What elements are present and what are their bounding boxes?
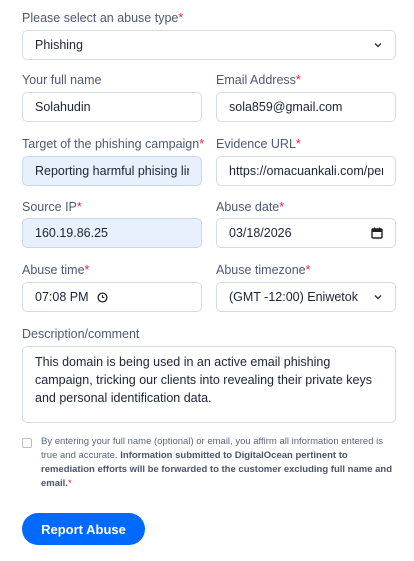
abuse-timezone-select[interactable]: (GMT -12:00) Eniwetok — [216, 282, 396, 312]
clock-icon[interactable] — [96, 291, 108, 303]
chevron-down-icon — [374, 295, 382, 300]
abuse-date-input[interactable]: 03/18/2026 — [216, 218, 396, 248]
abuse-date-label: Abuse date* — [216, 200, 285, 214]
abuse-time-label: Abuse time* — [22, 263, 90, 277]
source-ip-label: Source IP* — [22, 200, 82, 214]
source-ip-input[interactable]: 160.19.86.25 — [22, 218, 202, 248]
consent-checkbox[interactable] — [22, 438, 32, 448]
report-abuse-button[interactable]: Report Abuse — [22, 513, 145, 545]
abuse-type-value: Phishing — [35, 38, 83, 52]
abuse-time-input[interactable]: 07:08 PM — [22, 282, 202, 312]
email-label: Email Address* — [216, 73, 301, 87]
evidence-url-input[interactable]: https://omacuankali.com/pen — [216, 156, 396, 186]
consent-text: By entering your full name (optional) or… — [41, 436, 393, 489]
target-label: Target of the phishing campaign* — [22, 137, 205, 151]
full-name-label: Your full name — [22, 73, 102, 87]
full-name-input[interactable]: Solahudin — [22, 92, 202, 122]
target-input[interactable]: Reporting harmful phising link — [22, 156, 202, 186]
description-textarea[interactable]: This domain is being used in an active e… — [22, 346, 396, 423]
chevron-down-icon — [374, 43, 382, 48]
description-label: Description/comment — [22, 327, 140, 341]
abuse-type-select[interactable]: Phishing — [22, 30, 396, 60]
abuse-timezone-label: Abuse timezone* — [216, 263, 311, 277]
abuse-type-label: Please select an abuse type* — [22, 11, 184, 25]
calendar-icon[interactable] — [371, 227, 383, 239]
evidence-url-label: Evidence URL* — [216, 137, 301, 151]
email-input[interactable]: sola859@gmail.com — [216, 92, 396, 122]
